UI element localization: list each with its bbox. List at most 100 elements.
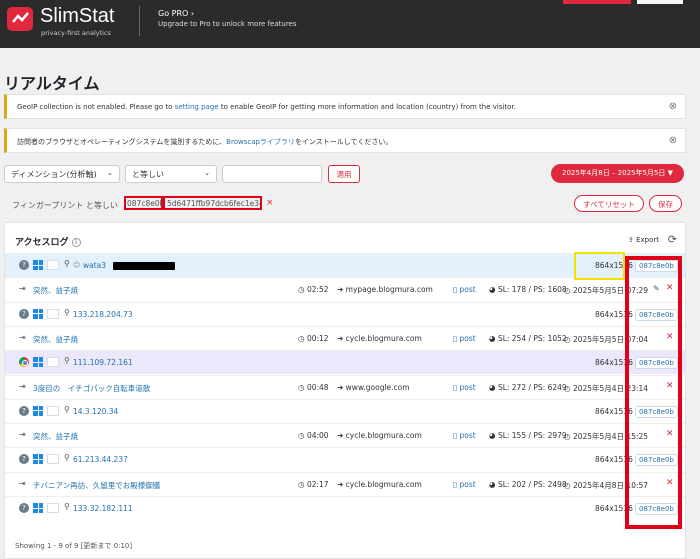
content-type[interactable]: ▯ post (453, 431, 476, 440)
clock-icon: ◴ (564, 286, 573, 296)
go-pro-link[interactable]: Go PRO › (158, 9, 194, 18)
device-icon (47, 308, 59, 319)
caret-down-icon: ▼ (667, 169, 674, 177)
pagination-status: Showing 1 - 9 of 9 [更新まで 0:10] (15, 542, 133, 550)
visitor-row: ? ⚲ 61.213.44.237 864x1536 087c8e0b (5, 447, 685, 472)
referrer-icon: ➜ (337, 333, 346, 343)
stopwatch-icon: ◷ (298, 333, 307, 343)
scroll-stats: ◕ SL: 178 / PS: 1608 (489, 285, 567, 295)
pageview-row: ⇥ チバニアン再訪、久留里でお殿様御膳 ◷ 02:17 ➜ cycle.blogmur… (5, 471, 685, 496)
referrer[interactable]: ➜ cycle.blogmura.com (337, 334, 422, 343)
visitor-row: ? ⚲ 14.3.120.34 864x1536 087c8e0b (5, 398, 685, 423)
reset-all-button[interactable]: すべてリセット (574, 195, 644, 212)
content-type[interactable]: ▯ post (453, 480, 476, 489)
ip-address-link[interactable]: 14.3.120.34 (73, 407, 118, 416)
ip-address-link[interactable]: 61.213.44.237 (73, 455, 128, 464)
device-icon (47, 405, 59, 416)
unknown-browser-icon: ? (19, 454, 29, 465)
date-range-button[interactable]: 2025年4月8日 – 2025年5月5日 ▼ (551, 164, 684, 183)
apply-button[interactable]: 適用 (328, 165, 360, 183)
gauge-icon: ◕ (489, 285, 498, 295)
sign-in-icon: ⇥ (19, 284, 26, 294)
save-filter-button[interactable]: 保存 (649, 195, 682, 212)
dismiss-icon[interactable]: ⊗ (669, 101, 677, 112)
export-button[interactable]: ⇪ Export (628, 236, 659, 244)
chrome-icon (19, 357, 29, 368)
scroll-stats: ◕ SL: 155 / PS: 2979 (489, 431, 567, 441)
page-title-link[interactable]: 3度目の イチゴパック自転車道散 (33, 383, 150, 394)
brand-tagline: privacy-first analytics (41, 29, 111, 37)
sign-in-icon: ⇥ (19, 381, 26, 391)
referrer-icon: ➜ (337, 431, 346, 441)
clock-icon: ◴ (564, 432, 573, 442)
referrer[interactable]: ➜ www.google.com (337, 383, 410, 392)
chevron-right-icon: › (190, 9, 195, 18)
ip-address-link[interactable]: 133.218.204.73 (73, 310, 133, 319)
pageview-row: ⇥ 突然、益子焼 ◷ 04:00 ➜ cycle.blogmura.com ▯ post… (5, 423, 685, 447)
filter-value-input[interactable] (222, 165, 322, 183)
referrer-icon: ➜ (337, 479, 346, 489)
username-link[interactable]: wata3 (83, 261, 106, 270)
chevron-down-icon: ⌄ (204, 169, 210, 177)
ip-address-link[interactable]: 133.32.182.111 (73, 504, 133, 513)
visitor-row: ? ⚲ 133.218.204.73 864x1536 087c8e0b (5, 301, 685, 326)
content-type[interactable]: ▯ post (453, 334, 476, 343)
page-title-link[interactable]: チバニアン再訪、久留里でお殿様御膳 (33, 480, 160, 491)
referrer[interactable]: ➜ cycle.blogmura.com (337, 431, 422, 440)
browscap-link[interactable]: Browscapライブラリ (226, 138, 295, 146)
stopwatch-icon: ◷ (298, 479, 307, 489)
page-title-link[interactable]: 突然、益子焼 (33, 334, 78, 345)
duration: ◷ 04:00 (298, 431, 329, 441)
page-title-link[interactable]: 突然、益子焼 (33, 431, 78, 442)
sign-in-icon: ⇥ (19, 332, 26, 342)
secondary-button[interactable] (637, 0, 683, 4)
settings-page-link[interactable]: setting page (175, 103, 219, 111)
windows-icon (33, 503, 43, 513)
duration: ◷ 02:17 (298, 479, 329, 489)
location-pin-icon: ⚲ (64, 453, 70, 463)
brand-name: SlimStat (40, 5, 115, 27)
visitor-row: ? ⚲ 133.32.182.111 864x1536 087c8e0b (5, 496, 685, 520)
page-title: リアルタイム (4, 74, 100, 93)
referrer-icon: ➜ (337, 382, 346, 392)
ip-address-link[interactable]: 111.109.72.161 (73, 358, 133, 367)
info-icon[interactable]: i (71, 238, 81, 247)
active-filter-value-suffix: 5d6471ffb97dcb6fec1e34c (163, 196, 262, 210)
stopwatch-icon: ◷ (298, 431, 307, 441)
page-title-link[interactable]: 突然、益子焼 (33, 285, 78, 296)
sign-in-icon: ⇥ (19, 478, 26, 488)
device-icon (47, 357, 59, 368)
operator-select[interactable]: と等しい ⌄ (125, 165, 217, 183)
upgrade-button[interactable] (563, 0, 631, 4)
divider (139, 6, 140, 36)
duration: ◷ 02:52 (298, 285, 329, 295)
annotation-box-fingerprint (625, 256, 682, 529)
referrer[interactable]: ➜ cycle.blogmura.com (337, 480, 422, 489)
refresh-icon[interactable]: ⟳ (668, 233, 677, 246)
active-filter-value-prefix: 087c8e0b (124, 196, 164, 210)
notice-browscap: 訪問者のブラウザとオペレーティングシステムを識別するために、Browscapライ… (4, 128, 686, 153)
clock-icon: ◴ (564, 383, 573, 393)
content-type[interactable]: ▯ post (453, 383, 476, 392)
remove-filter-icon[interactable]: × (266, 198, 274, 208)
pageview-row: ⇥ 3度目の イチゴパック自転車道散 ◷ 00:48 ➜ www.google.com… (5, 374, 685, 399)
location-pin-icon: ⚲ (64, 356, 70, 366)
unknown-browser-icon: ? (19, 260, 29, 270)
dimension-select[interactable]: ディメンション(分析軸) ⌄ (4, 165, 120, 183)
stopwatch-icon: ◷ (298, 382, 307, 392)
gauge-icon: ◕ (489, 479, 498, 489)
content-type[interactable]: ▯ post (453, 285, 476, 294)
gauge-icon: ◕ (489, 431, 498, 441)
device-icon (47, 503, 59, 513)
export-icon: ⇪ (627, 236, 634, 244)
location-pin-icon: ⚲ (64, 404, 70, 414)
annotation-box-resolution (574, 252, 625, 280)
scroll-stats: ◕ SL: 254 / PS: 1052 (489, 333, 567, 343)
gauge-icon: ◕ (489, 333, 498, 343)
location-pin-icon: ⚲ (64, 307, 70, 317)
unknown-browser-icon: ? (19, 503, 29, 513)
dismiss-icon[interactable]: ⊗ (669, 135, 677, 146)
clock-icon: ◴ (564, 334, 573, 344)
sign-in-icon: ⇥ (19, 430, 26, 440)
referrer[interactable]: ➜ mypage.blogmura.com (337, 285, 433, 294)
